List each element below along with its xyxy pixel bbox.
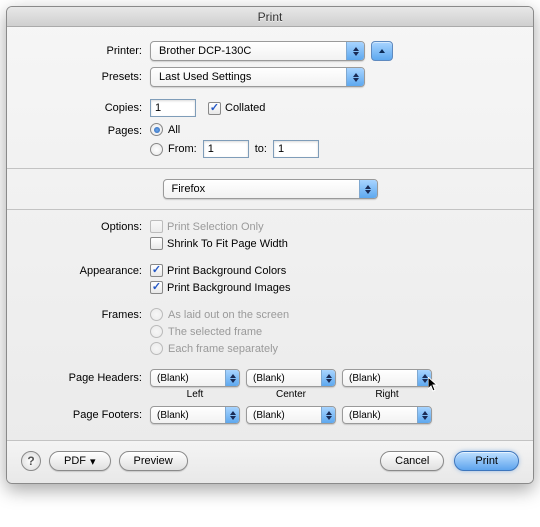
dropdown-arrows-icon xyxy=(321,407,335,423)
footer-center-select[interactable]: (Blank) xyxy=(246,406,336,424)
frames-laidout-radio xyxy=(150,308,163,321)
pages-from-input[interactable] xyxy=(203,140,249,158)
page-headers-label: Page Headers: xyxy=(25,369,150,384)
select-value: (Blank) xyxy=(349,373,381,384)
pages-from-label: From: xyxy=(168,143,197,155)
app-section-select[interactable]: Firefox xyxy=(163,179,378,199)
print-selection-label: Print Selection Only xyxy=(167,221,264,233)
pages-label: Pages: xyxy=(25,123,150,137)
printer-label: Printer: xyxy=(25,45,150,57)
pages-to-label: to: xyxy=(255,143,267,155)
divider xyxy=(7,209,533,210)
chevron-down-icon: ▾ xyxy=(90,455,96,468)
dropdown-arrows-icon xyxy=(225,407,239,423)
help-button[interactable]: ? xyxy=(21,451,41,471)
dropdown-arrows-icon xyxy=(225,370,239,386)
select-value: (Blank) xyxy=(253,373,285,384)
pdf-button[interactable]: PDF ▾ xyxy=(49,451,111,471)
dropdown-arrows-icon xyxy=(346,42,364,60)
select-value: (Blank) xyxy=(157,373,189,384)
bg-colors-checkbox[interactable] xyxy=(150,264,163,277)
frames-laidout-label: As laid out on the screen xyxy=(168,309,289,321)
header-center-select[interactable]: (Blank) xyxy=(246,369,336,387)
pages-to-input[interactable] xyxy=(273,140,319,158)
frames-selected-radio xyxy=(150,325,163,338)
disclosure-button[interactable] xyxy=(371,41,393,61)
shrink-fit-label: Shrink To Fit Page Width xyxy=(167,238,288,250)
page-footers-label: Page Footers: xyxy=(25,409,150,421)
bg-images-checkbox[interactable] xyxy=(150,281,163,294)
preview-button[interactable]: Preview xyxy=(119,451,188,471)
select-value: (Blank) xyxy=(253,410,285,421)
copies-input[interactable] xyxy=(150,99,196,117)
pages-all-radio[interactable] xyxy=(150,123,163,136)
frames-selected-label: The selected frame xyxy=(168,326,262,338)
divider xyxy=(7,168,533,169)
collated-checkbox[interactable] xyxy=(208,102,221,115)
pages-all-label: All xyxy=(168,124,180,136)
frames-each-label: Each frame separately xyxy=(168,343,278,355)
header-left-select[interactable]: (Blank) xyxy=(150,369,240,387)
center-label: Center xyxy=(276,389,306,400)
left-label: Left xyxy=(187,389,204,400)
frames-label: Frames: xyxy=(25,308,150,321)
dropdown-arrows-icon xyxy=(346,68,364,86)
app-section-value: Firefox xyxy=(172,183,206,195)
select-value: (Blank) xyxy=(349,410,381,421)
dropdown-arrows-icon xyxy=(417,370,431,386)
dropdown-arrows-icon xyxy=(359,180,377,198)
dropdown-arrows-icon xyxy=(417,407,431,423)
preview-label: Preview xyxy=(134,455,173,467)
presets-value: Last Used Settings xyxy=(159,71,251,83)
shrink-fit-checkbox[interactable] xyxy=(150,237,163,250)
footer-right-select[interactable]: (Blank) xyxy=(342,406,432,424)
printer-value: Brother DCP-130C xyxy=(159,45,251,57)
pdf-label: PDF xyxy=(64,455,86,467)
dropdown-arrows-icon xyxy=(321,370,335,386)
bg-colors-label: Print Background Colors xyxy=(167,265,286,277)
print-selection-checkbox xyxy=(150,220,163,233)
pages-from-radio[interactable] xyxy=(150,143,163,156)
bg-images-label: Print Background Images xyxy=(167,282,291,294)
printer-select[interactable]: Brother DCP-130C xyxy=(150,41,365,61)
frames-each-radio xyxy=(150,342,163,355)
print-label: Print xyxy=(475,455,498,467)
header-right-select[interactable]: (Blank) xyxy=(342,369,432,387)
cancel-label: Cancel xyxy=(395,455,429,467)
cancel-button[interactable]: Cancel xyxy=(380,451,444,471)
print-dialog: Print Printer: Brother DCP-130C Presets:… xyxy=(6,6,534,484)
window-title: Print xyxy=(7,7,533,27)
options-label: Options: xyxy=(25,220,150,233)
copies-label: Copies: xyxy=(25,102,150,114)
right-label: Right xyxy=(375,389,398,400)
print-button[interactable]: Print xyxy=(454,451,519,471)
presets-label: Presets: xyxy=(25,71,150,83)
presets-select[interactable]: Last Used Settings xyxy=(150,67,365,87)
collated-label: Collated xyxy=(225,102,265,114)
appearance-label: Appearance: xyxy=(25,264,150,277)
footer-left-select[interactable]: (Blank) xyxy=(150,406,240,424)
select-value: (Blank) xyxy=(157,410,189,421)
